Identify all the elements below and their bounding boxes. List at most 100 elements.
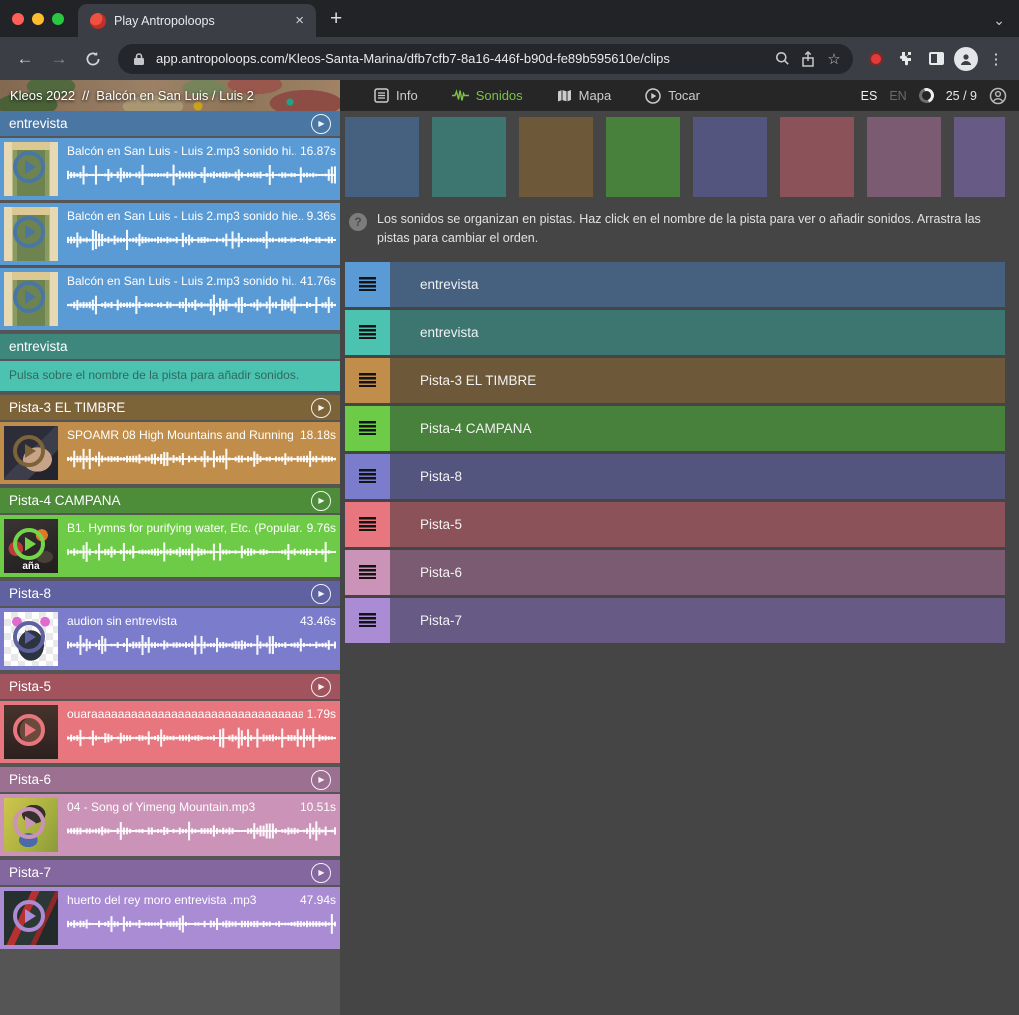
track-play-button[interactable]: ▶ — [311, 114, 331, 134]
track-swatch[interactable] — [345, 117, 419, 197]
breadcrumb-page: Balcón en San Luis / Luis 2 — [96, 88, 254, 103]
audio-clip[interactable]: Balcón en San Luis - Luis 2.mp3 sonido h… — [0, 138, 340, 200]
minimize-window-button[interactable] — [32, 13, 44, 25]
track-row[interactable]: Pista-7 — [345, 598, 1005, 643]
drag-handle[interactable] — [345, 550, 390, 595]
audio-clip[interactable]: Balcón en San Luis - Luis 2.mp3 sonido h… — [0, 268, 340, 330]
clip-play-overlay-icon[interactable] — [13, 621, 45, 653]
tab-close-icon[interactable]: × — [293, 12, 306, 29]
audio-clip[interactable]: audion sin entrevista 43.46s — [0, 608, 340, 670]
track-title: entrevista — [9, 116, 311, 131]
clip-play-overlay-icon[interactable] — [13, 435, 45, 467]
profile-avatar-icon[interactable] — [953, 46, 979, 72]
audio-clip[interactable]: aña B1. Hymns for purifying water, Etc. … — [0, 515, 340, 577]
track-header[interactable]: Pista-3 EL TIMBRE ▶ — [0, 395, 340, 420]
drag-handle[interactable] — [345, 358, 390, 403]
track-row[interactable]: Pista-4 CAMPANA — [345, 406, 1005, 451]
audio-clip[interactable]: ouaraaaaaaaaaaaaaaaaaaaaaaaaaaaaaaaaaaaa… — [0, 701, 340, 763]
audio-clip[interactable]: huerto del rey moro entrevista .mp3 47.9… — [0, 887, 340, 949]
share-icon[interactable] — [799, 50, 817, 68]
track-row-label[interactable]: Pista-3 EL TIMBRE — [390, 358, 1005, 403]
drag-handle[interactable] — [345, 502, 390, 547]
audio-clip[interactable]: Balcón en San Luis - Luis 2.mp3 sonido h… — [0, 203, 340, 265]
track-row-label[interactable]: Pista-6 — [390, 550, 1005, 595]
breadcrumb-project[interactable]: Kleos 2022 — [10, 88, 75, 103]
lang-es-button[interactable]: ES — [861, 89, 878, 103]
record-extension-icon[interactable] — [863, 46, 889, 72]
track-header[interactable]: entrevista ▶ — [0, 111, 340, 136]
audio-clip[interactable]: 04 - Song of Yimeng Mountain.mp3 10.51s — [0, 794, 340, 856]
track-swatch[interactable] — [606, 117, 680, 197]
nav-tab-tocar[interactable]: Tocar — [631, 80, 714, 111]
track-header[interactable]: Pista-6 ▶ — [0, 767, 340, 792]
drag-handle[interactable] — [345, 262, 390, 307]
nav-tab-sonidos[interactable]: Sonidos — [438, 80, 537, 111]
drag-handle[interactable] — [345, 454, 390, 499]
zoom-window-button[interactable] — [52, 13, 64, 25]
tab-search-chevron-icon[interactable]: ⌄ — [993, 12, 1005, 29]
browser-tab[interactable]: Play Antropoloops × — [78, 4, 316, 37]
track-header[interactable]: Pista-5 ▶ — [0, 674, 340, 699]
track-play-button[interactable]: ▶ — [311, 677, 331, 697]
track-play-button[interactable]: ▶ — [311, 491, 331, 511]
track-row[interactable]: entrevista — [345, 262, 1005, 307]
track-swatch[interactable] — [954, 117, 1005, 197]
drag-handle[interactable] — [345, 310, 390, 355]
bookmark-star-icon[interactable]: ☆ — [825, 50, 843, 68]
track-header[interactable]: entrevista — [0, 334, 340, 359]
nav-tab-info[interactable]: Info — [360, 80, 432, 111]
track-row-label[interactable]: Pista-7 — [390, 598, 1005, 643]
clip-play-overlay-icon[interactable] — [13, 151, 45, 183]
track-swatch[interactable] — [519, 117, 593, 197]
track-row[interactable]: entrevista — [345, 310, 1005, 355]
account-icon[interactable] — [989, 87, 1007, 105]
zoom-page-icon[interactable] — [773, 50, 791, 68]
clip-play-overlay-icon[interactable] — [13, 714, 45, 746]
track-header[interactable]: Pista-7 ▶ — [0, 860, 340, 885]
clip-play-overlay-icon[interactable] — [13, 900, 45, 932]
track-row[interactable]: Pista-5 — [345, 502, 1005, 547]
nav-tab-mapa[interactable]: Mapa — [543, 80, 626, 111]
lang-en-button[interactable]: EN — [889, 89, 906, 103]
clip-duration: 9.36s — [307, 209, 336, 223]
track-row-label[interactable]: entrevista — [390, 310, 1005, 355]
track-header[interactable]: Pista-4 CAMPANA ▶ — [0, 488, 340, 513]
extensions-puzzle-icon[interactable] — [893, 46, 919, 72]
url-text[interactable]: app.antropoloops.com/Kleos-Santa-Marina/… — [156, 51, 765, 66]
clip-play-overlay-icon[interactable] — [13, 528, 45, 560]
url-bar[interactable]: app.antropoloops.com/Kleos-Santa-Marina/… — [118, 44, 853, 74]
track-row[interactable]: Pista-6 — [345, 550, 1005, 595]
reload-button[interactable] — [78, 44, 108, 74]
forward-button[interactable]: → — [44, 44, 74, 74]
track-row-label[interactable]: Pista-5 — [390, 502, 1005, 547]
audio-clip[interactable]: SPOAMR 08 High Mountains and Running ...… — [0, 422, 340, 484]
new-tab-button[interactable]: + — [316, 7, 356, 37]
track-row-label[interactable]: entrevista — [390, 262, 1005, 307]
clip-play-overlay-icon[interactable] — [13, 281, 45, 313]
track-swatch[interactable] — [780, 117, 854, 197]
track-play-button[interactable]: ▶ — [311, 770, 331, 790]
browser-toolbar: ← → app.antropoloops.com/Kleos-Santa-Mar… — [0, 37, 1019, 80]
track-swatch[interactable] — [867, 117, 941, 197]
track-row-label[interactable]: Pista-4 CAMPANA — [390, 406, 1005, 451]
clip-play-overlay-icon[interactable] — [13, 216, 45, 248]
loading-spinner-icon — [916, 86, 936, 106]
track-swatch[interactable] — [432, 117, 506, 197]
close-window-button[interactable] — [12, 13, 24, 25]
drag-handle[interactable] — [345, 598, 390, 643]
track-play-button[interactable]: ▶ — [311, 398, 331, 418]
track-play-button[interactable]: ▶ — [311, 584, 331, 604]
browser-menu-icon[interactable]: ⋮ — [983, 46, 1009, 72]
side-panel-icon[interactable] — [923, 46, 949, 72]
clip-play-overlay-icon[interactable] — [13, 807, 45, 839]
track-row-label[interactable]: Pista-8 — [390, 454, 1005, 499]
track-play-button[interactable]: ▶ — [311, 863, 331, 883]
back-button[interactable]: ← — [10, 44, 40, 74]
track-row[interactable]: Pista-3 EL TIMBRE — [345, 358, 1005, 403]
drag-handle[interactable] — [345, 406, 390, 451]
track-row[interactable]: Pista-8 — [345, 454, 1005, 499]
track-header[interactable]: Pista-8 ▶ — [0, 581, 340, 606]
clip-thumbnail — [4, 798, 58, 852]
track-swatch[interactable] — [693, 117, 767, 197]
breadcrumb-separator: // — [82, 88, 89, 103]
